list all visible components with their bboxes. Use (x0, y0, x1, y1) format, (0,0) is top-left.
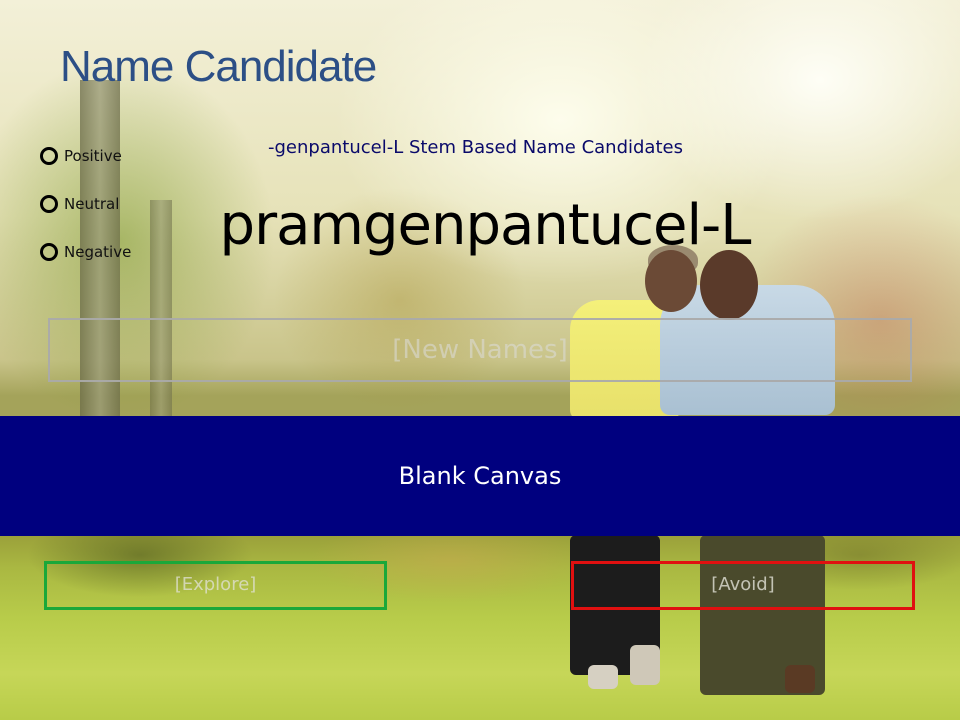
slide-canvas: Name Candidate Positive Neutral Negative… (0, 0, 960, 720)
radio-circle-icon[interactable] (40, 147, 58, 165)
slide-title: Name Candidate (60, 42, 377, 91)
explore-box[interactable]: [Explore] (44, 561, 387, 610)
sentiment-option-positive[interactable]: Positive (40, 144, 131, 168)
shoe (785, 665, 815, 693)
stem-subtitle: -genpantucel-L Stem Based Name Candidate… (268, 137, 683, 158)
avoid-box[interactable]: [Avoid] (571, 561, 915, 610)
avoid-label: [Avoid] (711, 574, 775, 595)
woman-head (645, 250, 697, 312)
candidate-name: pramgenpantucel-L (219, 193, 752, 258)
shoe (630, 645, 660, 685)
blank-canvas-band[interactable]: Blank Canvas (0, 416, 960, 536)
explore-label: [Explore] (174, 574, 257, 595)
new-names-box[interactable]: [New Names] (48, 318, 912, 382)
sentiment-label: Positive (64, 147, 122, 165)
shoe (588, 665, 618, 689)
man-head (700, 250, 758, 320)
new-names-placeholder: [New Names] (392, 335, 568, 365)
blank-canvas-label: Blank Canvas (398, 462, 562, 490)
